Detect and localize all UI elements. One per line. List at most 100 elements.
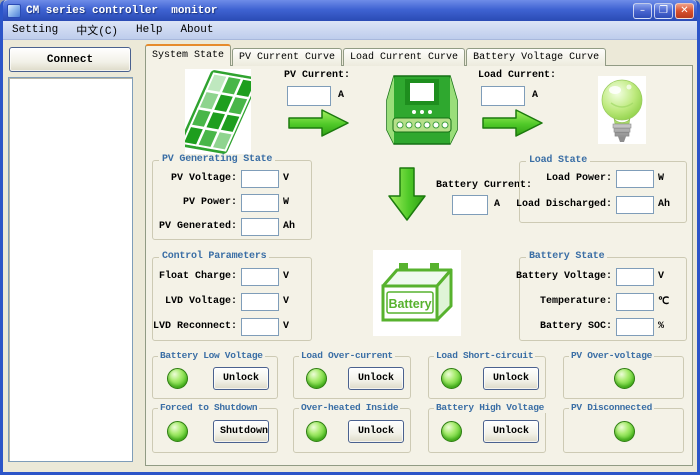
connect-button[interactable]: Connect xyxy=(9,47,131,72)
status-led xyxy=(306,368,327,389)
lvd-reconnect-unit: V xyxy=(283,321,305,332)
temperature-unit: ℃ xyxy=(658,296,680,308)
shutdown-button[interactable]: Shutdown xyxy=(213,420,269,443)
lvd-voltage-unit: V xyxy=(283,296,305,307)
maximize-button[interactable]: ❐ xyxy=(654,3,673,19)
pv-current-label: PV Current: xyxy=(284,70,350,81)
load-discharged-label: Load Discharged: xyxy=(516,199,612,210)
solar-panel-icon xyxy=(185,69,251,155)
float-charge-input[interactable] xyxy=(241,268,279,286)
menu-item-about[interactable]: About xyxy=(171,24,222,36)
unlock-button[interactable]: Unlock xyxy=(213,367,269,390)
alarm-battery-low-voltage: Battery Low Voltage Unlock xyxy=(152,356,278,399)
alarm-title: Load Short-circuit xyxy=(434,350,535,361)
status-led xyxy=(306,421,327,442)
main-content: Connect System State PV Current Curve Lo… xyxy=(3,40,697,472)
unlock-button[interactable]: Unlock xyxy=(348,420,404,443)
temperature-label: Temperature: xyxy=(540,296,612,307)
status-led xyxy=(441,421,462,442)
device-list[interactable] xyxy=(8,77,133,462)
lvd-reconnect-label: LVD Reconnect: xyxy=(153,321,237,332)
alarm-title: Battery High Voltage xyxy=(434,402,546,413)
app-window: CM series controller monitor – ❐ ✕ Setti… xyxy=(0,0,700,475)
tab-strip: System State PV Current Curve Load Curre… xyxy=(145,44,607,66)
alarm-pv-disconnected: PV Disconnected xyxy=(563,408,684,453)
unlock-button[interactable]: Unlock xyxy=(348,367,404,390)
alarm-forced-to-shutdown: Forced to Shutdown Shutdown xyxy=(152,408,278,453)
float-charge-unit: V xyxy=(283,271,305,282)
group-title: PV Generating State xyxy=(159,154,275,165)
alarm-title: Battery Low Voltage xyxy=(158,350,265,361)
battery-soc-input[interactable] xyxy=(616,318,654,336)
battery-current-label: Battery Current: xyxy=(436,180,532,191)
unlock-button[interactable]: Unlock xyxy=(483,420,539,443)
alarm-over-heated-inside: Over-heated Inside Unlock xyxy=(293,408,411,453)
tab-battery-voltage-curve[interactable]: Battery Voltage Curve xyxy=(466,48,606,66)
load-power-input[interactable] xyxy=(616,170,654,188)
battery-voltage-input[interactable] xyxy=(616,268,654,286)
pv-generated-input[interactable] xyxy=(241,218,279,236)
unlock-button[interactable]: Unlock xyxy=(483,367,539,390)
group-title: Battery State xyxy=(526,251,607,262)
flow-arrow-right-icon xyxy=(288,107,350,139)
load-power-unit: W xyxy=(658,173,680,184)
tab-page-system-state: PV Current: A xyxy=(145,65,693,466)
temperature-input[interactable] xyxy=(616,293,654,311)
tab-load-current-curve[interactable]: Load Current Curve xyxy=(343,48,465,66)
pv-power-unit: W xyxy=(283,197,305,208)
alarm-battery-high-voltage: Battery High Voltage Unlock xyxy=(428,408,546,453)
alarm-title: Over-heated Inside xyxy=(299,402,400,413)
alarm-load-over-current: Load Over-current Unlock xyxy=(293,356,411,399)
controller-icon xyxy=(384,74,460,146)
status-led xyxy=(441,368,462,389)
menu-bar: Setting 中文(C) Help About xyxy=(3,21,697,40)
group-load-state: Load State Load Power: W Load Discharged… xyxy=(519,161,687,223)
lvd-voltage-label: LVD Voltage: xyxy=(165,296,237,307)
menu-item-language[interactable]: 中文(C) xyxy=(67,22,127,38)
status-led xyxy=(167,421,188,442)
battery-icon: Battery xyxy=(373,250,461,336)
group-title: Control Parameters xyxy=(159,251,269,262)
window-title: CM series controller monitor xyxy=(26,5,631,17)
battery-current-input[interactable] xyxy=(452,195,488,215)
tab-pv-current-curve[interactable]: PV Current Curve xyxy=(232,48,342,66)
pv-power-input[interactable] xyxy=(241,194,279,212)
pv-generated-unit: Ah xyxy=(283,221,305,232)
battery-soc-unit: % xyxy=(658,321,680,332)
tab-system-state[interactable]: System State xyxy=(145,44,231,66)
battery-voltage-label: Battery Voltage: xyxy=(516,271,612,282)
pv-voltage-input[interactable] xyxy=(241,170,279,188)
pv-power-label: PV Power: xyxy=(183,197,237,208)
load-discharged-input[interactable] xyxy=(616,196,654,214)
group-pv-generating-state: PV Generating State PV Voltage: V PV Pow… xyxy=(152,160,312,240)
status-led xyxy=(614,368,635,389)
load-current-unit: A xyxy=(532,90,538,101)
group-control-parameters: Control Parameters Float Charge: V LVD V… xyxy=(152,257,312,341)
alarm-load-short-circuit: Load Short-circuit Unlock xyxy=(428,356,546,399)
alarm-pv-over-voltage: PV Over-voltage xyxy=(563,356,684,399)
pv-current-unit: A xyxy=(338,90,344,101)
battery-current-unit: A xyxy=(494,199,500,210)
load-power-label: Load Power: xyxy=(546,173,612,184)
menu-item-setting[interactable]: Setting xyxy=(3,24,67,36)
load-current-label: Load Current: xyxy=(478,70,556,81)
close-button[interactable]: ✕ xyxy=(675,3,694,19)
title-bar: CM series controller monitor – ❐ ✕ xyxy=(3,0,697,21)
float-charge-label: Float Charge: xyxy=(159,271,237,282)
group-battery-state: Battery State Battery Voltage: V Tempera… xyxy=(519,257,687,341)
group-title: Load State xyxy=(526,155,590,166)
pv-generated-label: PV Generated: xyxy=(159,221,237,232)
pv-current-input[interactable] xyxy=(287,86,331,106)
pv-voltage-label: PV Voltage: xyxy=(171,173,237,184)
pv-voltage-unit: V xyxy=(283,173,305,184)
status-led xyxy=(614,421,635,442)
battery-voltage-unit: V xyxy=(658,271,680,282)
load-current-input[interactable] xyxy=(481,86,525,106)
flow-arrow-right-icon xyxy=(482,107,544,139)
battery-icon-label: Battery xyxy=(388,297,431,311)
lvd-reconnect-input[interactable] xyxy=(241,318,279,336)
lvd-voltage-input[interactable] xyxy=(241,293,279,311)
menu-item-help[interactable]: Help xyxy=(127,24,171,36)
minimize-button[interactable]: – xyxy=(633,3,652,19)
battery-soc-label: Battery SOC: xyxy=(540,321,612,332)
